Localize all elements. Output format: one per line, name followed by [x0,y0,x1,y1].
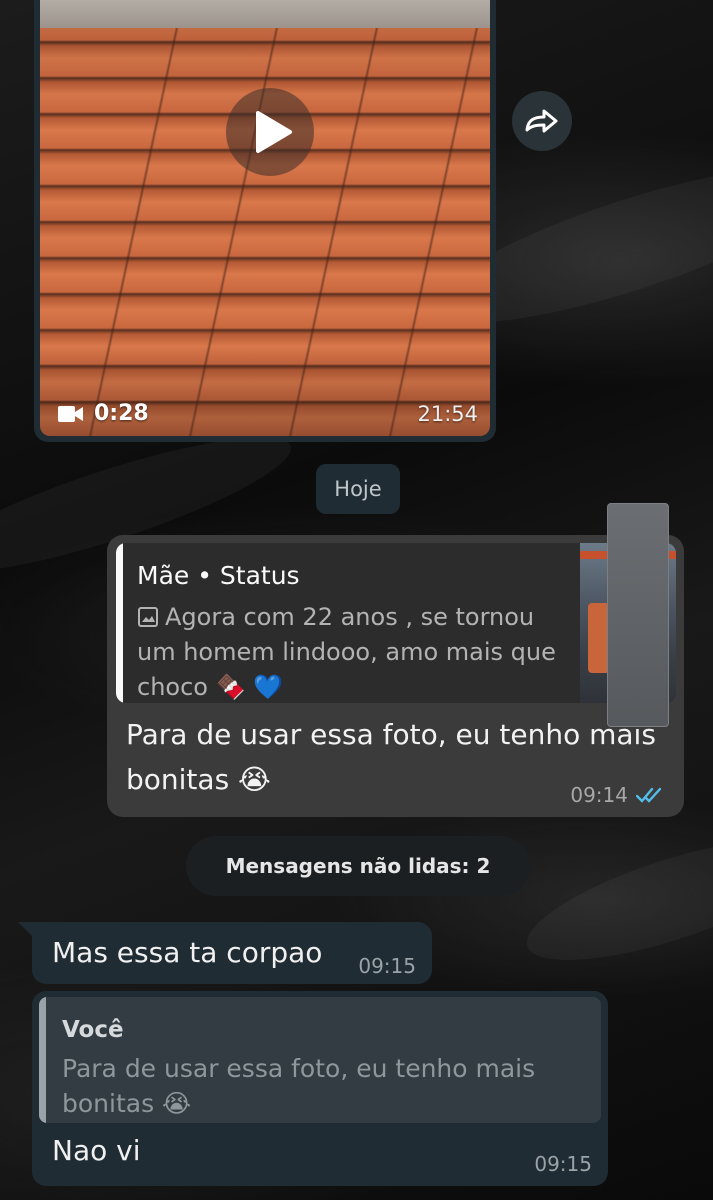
incoming-message-text: Nao vi [52,1134,141,1167]
incoming-message-time: 09:15 [358,954,416,978]
outgoing-message-meta: 09:14 [570,783,666,807]
outgoing-message-bubble[interactable]: Mãe • Status Agora com 22 anos , se torn… [107,535,684,817]
date-separator: Hoje [316,464,400,514]
quote-bar [116,543,123,703]
incoming-message-time: 09:15 [534,1152,592,1176]
roof-tiles-image [40,0,490,436]
status-author: Mãe • Status [137,561,300,590]
wallpaper-streak [514,815,713,985]
status-caption-text: Agora com 22 anos , se tornou um homem l… [137,603,556,701]
incoming-message-bubble[interactable]: Você Para de usar essa foto, eu tenho ma… [32,991,608,1186]
video-duration: 0:28 [58,401,149,426]
video-message-bubble[interactable]: 0:28 21:54 [34,0,496,442]
roof-edge-image [40,0,490,28]
video-timestamp: 21:54 [417,402,478,426]
quote-bar [39,997,46,1123]
incoming-message-text: Mas essa ta corpao [52,936,323,969]
status-caption: Agora com 22 anos , se tornou um homem l… [137,600,567,703]
outgoing-message-time: 09:14 [570,783,628,807]
video-camera-icon [58,405,83,422]
reply-text: Para de usar essa foto, eu tenho mais bo… [62,1054,536,1118]
play-icon [256,111,292,153]
forward-icon [525,109,558,133]
forward-button[interactable] [512,91,572,151]
video-thumbnail[interactable]: 0:28 21:54 [40,0,490,436]
double-check-icon [636,787,662,803]
reply-author: Você [62,1017,124,1043]
play-button[interactable] [226,88,314,176]
reply-quote[interactable]: Você Para de usar essa foto, eu tenho ma… [39,997,601,1123]
overlay-card [607,503,669,727]
image-icon [138,607,158,627]
status-reply-quote[interactable]: Mãe • Status Agora com 22 anos , se torn… [116,543,676,703]
video-duration-label: 0:28 [94,401,149,426]
unread-messages-banner: Mensagens não lidas: 2 [186,836,530,896]
incoming-message-bubble[interactable]: Mas essa ta corpao 09:15 [32,922,432,984]
